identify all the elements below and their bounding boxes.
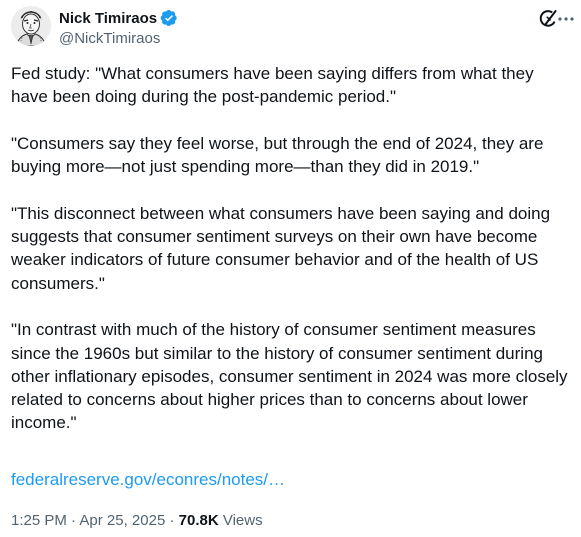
- meta-separator: ·: [165, 512, 179, 529]
- tweet-paragraph: Fed study: "What consumers have been say…: [11, 64, 539, 107]
- tweet-header: Nick Timiraos @NickTimiraos: [11, 6, 574, 50]
- name-row: Nick Timiraos: [59, 8, 178, 28]
- author-block: Nick Timiraos @NickTimiraos: [59, 8, 178, 47]
- avatar[interactable]: [11, 6, 51, 46]
- tweet-paragraph: "In contrast with much of the history of…: [11, 320, 573, 433]
- author-display-name[interactable]: Nick Timiraos: [59, 10, 157, 27]
- tweet-paragraph: "Consumers say they feel worse, but thro…: [11, 133, 549, 177]
- meta-separator: ·: [66, 512, 80, 529]
- sketch-portrait-avatar-icon: [11, 6, 51, 46]
- tweet-date[interactable]: Apr 25, 2025: [79, 512, 165, 529]
- tweet-card: Nick Timiraos @NickTimiraos Fed study: "…: [0, 0, 581, 537]
- article-link[interactable]: federalreserve.gov/econres/notes/…: [11, 470, 285, 490]
- author-handle[interactable]: @NickTimiraos: [59, 30, 178, 47]
- views-label: Views: [218, 512, 263, 529]
- tweet-time[interactable]: 1:25 PM: [11, 512, 67, 529]
- more-dots-icon[interactable]: [555, 8, 577, 30]
- tweet-text: Fed study: "What consumers have been say…: [11, 62, 573, 458]
- verified-badge-icon[interactable]: [160, 9, 178, 27]
- tweet-paragraph: "This disconnect between what consumers …: [11, 203, 555, 293]
- tweet-meta: 1:25 PM · Apr 25, 2025 · 70.8K Views: [11, 512, 263, 529]
- views-count: 70.8K: [178, 512, 219, 529]
